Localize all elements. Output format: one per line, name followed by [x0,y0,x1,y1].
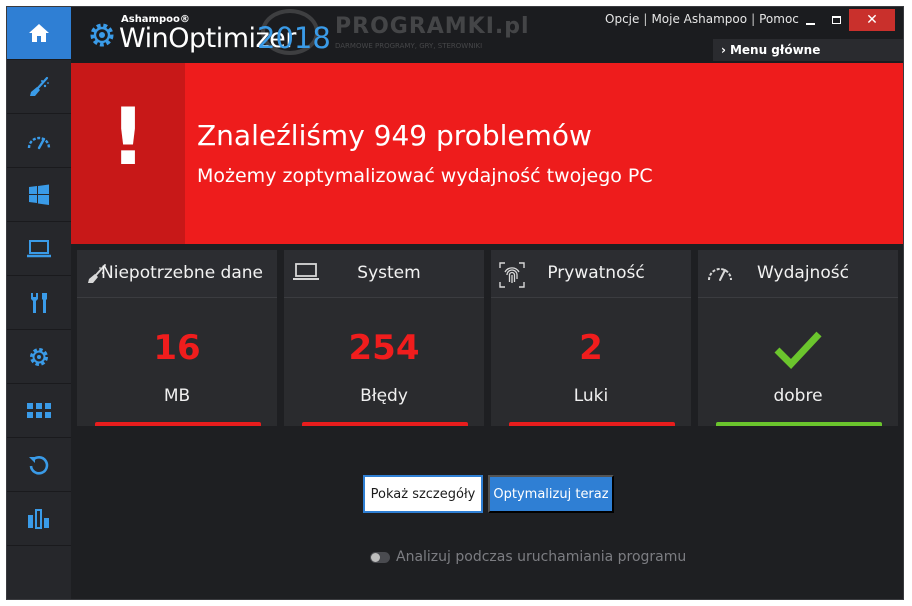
card-unit: Luki [573,386,609,406]
tools-icon [31,293,47,313]
exclamation-icon: ! [110,93,146,183]
show-details-button[interactable]: Pokaż szczegóły [363,475,483,513]
sidebar-item-performance[interactable] [7,115,71,168]
home-icon [29,24,49,42]
broom-icon [30,76,49,96]
windows-icon [29,184,49,205]
minimize-button[interactable] [797,9,823,31]
checkmark-icon [774,331,822,370]
card-header: Niepotrzebne dane [77,250,277,298]
sidebar-item-system[interactable] [7,223,71,276]
banner-headline: Znaleźliśmy 949 problemów [197,119,592,152]
speedometer-icon [27,136,51,150]
main-menu-button[interactable]: › Menu główne [713,39,903,61]
card-value: 16 [153,328,201,368]
card-unit: MB [163,386,191,406]
status-bar [95,422,261,426]
results-banner: ! Znaleźliśmy 949 problemów Możemy zopty… [71,63,903,244]
sidebar-item-restore[interactable] [7,439,71,492]
card-value: 254 [348,328,420,368]
startup-analysis-label: Analizuj podczas uruchamiania programu [396,549,687,565]
card-junk-data[interactable]: Niepotrzebne dane 16 MB [77,250,277,426]
brand-year: 2018 [257,21,331,55]
restore-icon [29,456,49,475]
sidebar [7,7,71,599]
sidebar-item-windows[interactable] [7,169,71,222]
link-help[interactable]: Pomoc [759,12,799,26]
card-title: Wydajność [757,263,849,283]
toggle-knob [371,553,380,562]
maximize-icon [831,16,841,24]
card-unit: Błędy [360,386,408,406]
status-bar [509,422,675,426]
sidebar-item-home[interactable] [7,7,71,60]
card-header: System [284,250,484,298]
alert-box: ! [71,63,185,244]
card-title: Niepotrzebne dane [101,263,263,283]
app-window: PROGRAMKI.pl DARMOWE PROGRAMY, GRY, STER… [6,6,904,600]
chevron-right-icon: › [721,43,726,57]
sidebar-item-modules[interactable] [7,385,71,438]
title-bar: PROGRAMKI.pl DARMOWE PROGRAMY, GRY, STER… [71,7,903,63]
banner-subline: Możemy zoptymalizować wydajność twojego … [197,165,653,187]
link-separator: | [643,12,648,26]
main-menu-label: Menu główne [729,43,821,57]
link-options[interactable]: Opcje [605,12,639,26]
card-performance[interactable]: Wydajność dobre [698,250,898,426]
watermark-title: PROGRAMKI.pl [335,14,530,39]
optimize-now-button[interactable]: Optymalizuj teraz [488,475,614,513]
card-header: Wydajność [698,250,898,298]
grid-icon [27,403,51,418]
card-value: 2 [579,328,603,368]
sidebar-item-settings[interactable] [7,331,71,384]
status-bar [302,422,468,426]
close-icon: ✕ [866,12,878,28]
minimize-icon [805,23,815,25]
bar-chart-icon [28,509,49,529]
card-unit: dobre [773,386,823,406]
card-title: Prywatność [547,263,645,283]
link-separator: | [751,12,756,26]
card-header: Prywatność [491,250,691,298]
gear-icon [30,348,48,366]
card-system[interactable]: System 254 Błędy [284,250,484,426]
link-my-ashampoo[interactable]: Moje Ashampoo [651,12,747,26]
status-bar [716,422,882,426]
watermark-subtitle: DARMOWE PROGRAMY, GRY, STEROWNIKI [335,42,483,50]
sidebar-item-tools[interactable] [7,277,71,330]
sidebar-item-statistics[interactable] [7,493,71,546]
card-privacy[interactable]: Prywatność 2 Luki [491,250,691,426]
main-content: Niepotrzebne dane 16 MB System 254 Błędy [71,244,903,599]
top-links: Opcje | Moje Ashampoo | Pomoc [605,12,799,26]
close-button[interactable]: ✕ [849,9,895,31]
maximize-button[interactable] [823,9,849,31]
card-title: System [357,263,421,283]
laptop-icon [27,240,51,258]
startup-analysis-toggle[interactable] [370,552,390,563]
app-logo-icon [90,23,114,47]
sidebar-item-cleaner[interactable] [7,61,71,114]
